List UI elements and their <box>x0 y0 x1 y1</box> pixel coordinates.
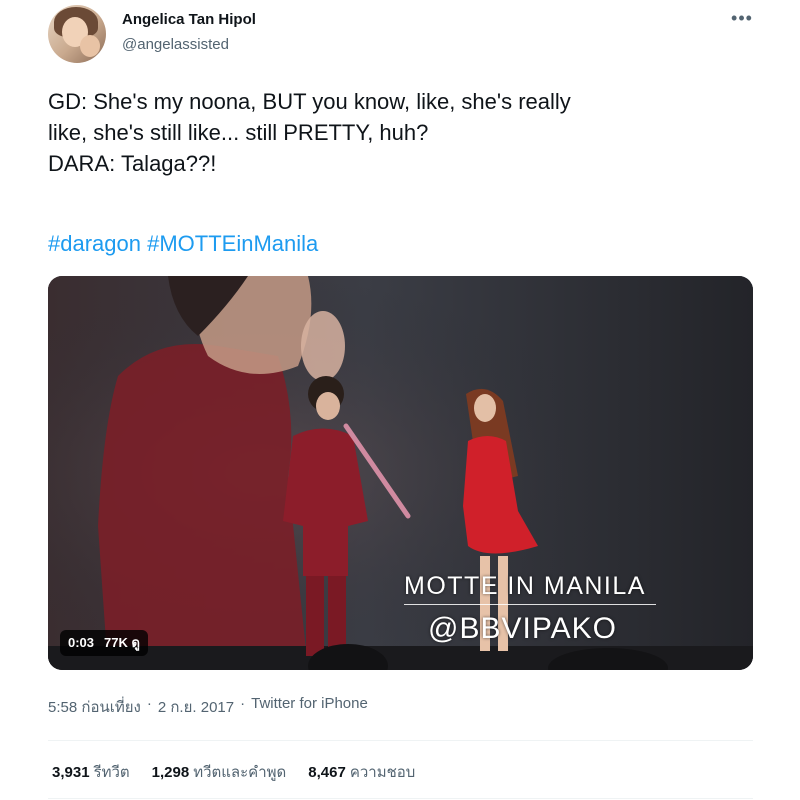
likes-stat[interactable]: 8,467 ความชอบ <box>308 760 415 784</box>
meta-separator: · <box>146 695 152 712</box>
tweet-hashtags: #daragon #MOTTEinManila <box>48 229 318 259</box>
tweet-time[interactable]: 5:58 ก่อนเที่ยง <box>48 695 141 719</box>
tweet-date[interactable]: 2 ก.ย. 2017 <box>158 695 234 719</box>
hashtag-link[interactable]: #daragon <box>48 231 141 256</box>
video-view-count: 77K ดู <box>104 635 140 650</box>
video-info-badge: 0:03 77K ดู <box>60 630 148 656</box>
overlay-divider <box>404 604 656 605</box>
retweet-count: 3,931 <box>52 764 90 781</box>
more-horizontal-icon[interactable]: ••• <box>730 8 754 28</box>
divider <box>48 798 753 799</box>
like-count: 8,467 <box>308 764 346 781</box>
video-player[interactable]: MOTTE IN MANILA @BBVIPAKO 0:03 77K ดู <box>48 276 753 670</box>
video-duration: 0:03 <box>68 635 95 650</box>
quote-tweets-stat[interactable]: 1,298 ทวีตและคำพูด <box>152 760 287 784</box>
avatar-child <box>80 35 100 57</box>
tweet-meta: 5:58 ก่อนเที่ยง · 2 ก.ย. 2017 · Twitter … <box>48 695 368 719</box>
tweet-source[interactable]: Twitter for iPhone <box>251 695 368 719</box>
retweets-stat[interactable]: 3,931 รีทวีต <box>52 760 130 784</box>
quote-count: 1,298 <box>151 764 190 781</box>
author-handle[interactable]: @angelassisted <box>122 36 229 53</box>
tweet-stats: 3,931 รีทวีต 1,298 ทวีตและคำพูด 8,467 ความช… <box>52 760 415 784</box>
video-frame <box>48 276 753 670</box>
divider <box>48 740 753 741</box>
author-avatar[interactable] <box>48 5 106 63</box>
quote-label: ทวีตและคำพูด <box>193 764 287 781</box>
author-name[interactable]: Angelica Tan Hipol <box>122 11 256 28</box>
tweet-text: GD: She's my noona, BUT you know, like, … <box>48 89 571 176</box>
like-label: ความชอบ <box>349 764 416 781</box>
hashtag-link[interactable]: #MOTTEinManila <box>147 231 318 256</box>
retweet-label: รีทวีต <box>93 764 130 781</box>
video-overlay-handle: @BBVIPAKO <box>428 612 617 645</box>
video-overlay-title: MOTTE IN MANILA <box>404 572 646 600</box>
meta-separator: · <box>240 695 246 712</box>
